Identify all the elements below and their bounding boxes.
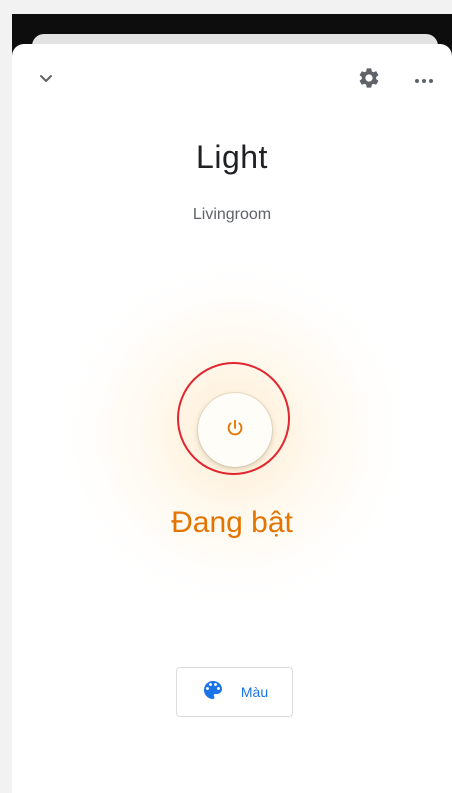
color-button[interactable]: Màu bbox=[176, 667, 293, 717]
device-control-sheet: Light Livingroom Đang bật Màu bbox=[12, 44, 452, 793]
sheet-toolbar bbox=[12, 44, 452, 114]
chevron-down-icon bbox=[39, 71, 53, 89]
color-button-label: Màu bbox=[240, 684, 269, 700]
device-room: Livingroom bbox=[192, 206, 272, 223]
collapse-button[interactable] bbox=[30, 64, 62, 96]
settings-button[interactable] bbox=[353, 64, 385, 96]
power-state-label: Đang bật bbox=[171, 506, 293, 539]
more-options-button[interactable] bbox=[408, 64, 440, 96]
gear-icon bbox=[357, 66, 381, 95]
power-toggle-button[interactable] bbox=[198, 393, 272, 467]
power-icon bbox=[224, 417, 246, 444]
device-name: Light bbox=[196, 139, 268, 175]
palette-icon bbox=[201, 678, 225, 707]
more-horizontal-icon bbox=[414, 71, 434, 89]
